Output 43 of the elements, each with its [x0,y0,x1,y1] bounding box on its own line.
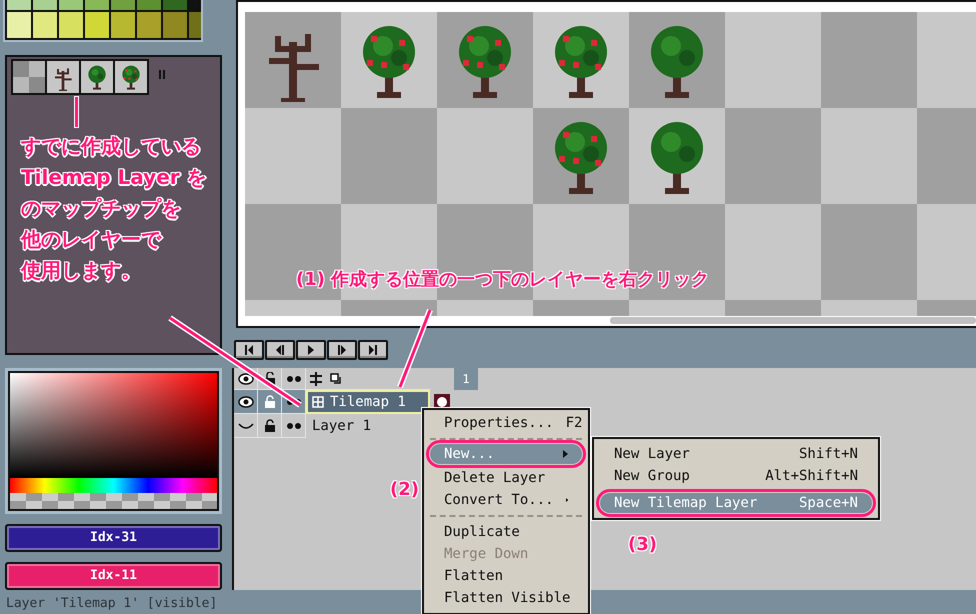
menu-item[interactable]: Properties... F2 [430,412,582,434]
play-button[interactable] [296,340,326,360]
annotation-text: (1) 作成する位置の一つ下のレイヤーを右クリック [296,268,710,292]
menu-item[interactable]: New Group Alt+Shift+N [600,465,872,487]
eye-icon[interactable] [238,372,254,384]
onion-skin-icon[interactable] [286,398,302,406]
onion-skin-icon[interactable] [286,374,302,382]
onion-skin-icon[interactable] [286,422,302,430]
lock-icon[interactable] [264,418,276,432]
tileset-drawing[interactable] [11,59,149,95]
annotation-text: (2) [390,478,419,502]
sliders-icon[interactable] [310,372,322,386]
next-frame-button[interactable] [327,340,357,360]
menu-item[interactable]: Flatten [430,565,582,587]
last-frame-icon [368,345,378,355]
lock-icon[interactable] [264,372,276,386]
annotation-text: (3) [628,533,657,557]
color-palette[interactable] [5,0,201,40]
layer-row[interactable]: Tilemap 1 [234,390,976,414]
menu-item[interactable]: New Layer Shift+N [600,443,872,465]
layer-name[interactable]: Layer 1 [312,418,372,434]
eye-icon[interactable] [238,396,254,408]
foreground-color-bar[interactable]: Idx-31 [5,524,222,552]
drag-handle-icon[interactable] [159,70,165,79]
menu-item[interactable]: Flatten Visible [430,587,582,609]
status-text: Layer 'Tilemap 1' [visible] [6,596,218,611]
first-frame-button[interactable] [234,340,264,360]
background-color-bar[interactable]: Idx-11 [5,562,222,590]
scrollbar[interactable] [610,317,976,324]
leader-line [75,97,78,127]
annotation-text: すでに作成している Tilemap Layer を のマップチップを 他のレイヤーで 使用します。 [21,133,208,284]
menu-item[interactable]: Convert To... [430,489,582,511]
menu-item[interactable]: Delete Layer [430,467,582,489]
first-frame-icon [244,345,254,355]
last-frame-button[interactable] [358,340,388,360]
grid-icon [312,396,324,408]
color-picker[interactable] [5,368,222,514]
layers-icon[interactable] [330,372,342,384]
menu-item[interactable]: Duplicate [430,521,582,543]
previous-frame-button[interactable] [265,340,295,360]
play-icon [307,345,315,355]
previous-frame-icon [275,345,285,355]
next-frame-icon [337,345,347,355]
